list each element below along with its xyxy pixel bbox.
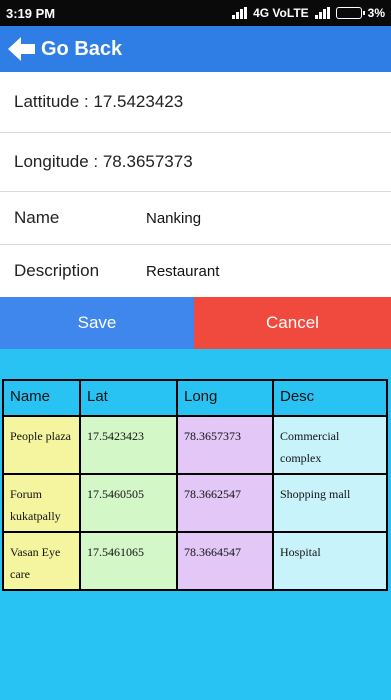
description-row: Description Restaurant [0, 245, 391, 297]
cell-name: People plaza [2, 415, 81, 475]
longitude-text: Longitude : 78.3657373 [14, 152, 193, 171]
battery-icon [335, 7, 365, 19]
cell-long: 78.3664547 [176, 531, 274, 591]
description-input[interactable]: Restaurant [146, 263, 219, 280]
cell-lat: 17.5423423 [79, 415, 178, 475]
header-long: Long [176, 379, 274, 417]
latitude-text: Lattitude : 17.5423423 [14, 92, 184, 111]
cancel-button[interactable]: Cancel [194, 297, 391, 349]
table-row[interactable]: Vasan Eye care 17.5461065 78.3664547 Hos… [2, 531, 388, 591]
cell-long: 78.3662547 [176, 473, 274, 533]
status-icons: 4G VoLTE 3% [232, 6, 385, 20]
cell-desc: Commercial complex [272, 415, 388, 475]
battery-label: 3% [367, 6, 385, 20]
cell-long: 78.3657373 [176, 415, 274, 475]
name-label: Name [14, 208, 60, 227]
name-input[interactable]: Nanking [146, 210, 201, 227]
cell-desc: Shopping mall [272, 473, 388, 533]
description-label: Description [14, 261, 100, 280]
table-row[interactable]: People plaza 17.5423423 78.3657373 Comme… [2, 415, 388, 475]
name-row: Name Nanking [0, 192, 391, 245]
cell-lat: 17.5460505 [79, 473, 178, 533]
header-name: Name [2, 379, 81, 417]
table-row[interactable]: Forum kukatpally 17.5460505 78.3662547 S… [2, 473, 388, 533]
longitude-row: Longitude : 78.3657373 [0, 133, 391, 192]
go-back-label: Go Back [41, 37, 123, 60]
cell-desc: Hospital [272, 531, 388, 591]
status-bar: 3:19 PM 4G VoLTE 3% [0, 0, 391, 26]
signal-icon-2 [314, 7, 330, 19]
cell-lat: 17.5461065 [79, 531, 178, 591]
cell-name: Forum kukatpally [2, 473, 81, 533]
signal-icon [232, 7, 248, 19]
header-lat: Lat [79, 379, 178, 417]
action-bar: Save Cancel [0, 297, 391, 349]
save-button[interactable]: Save [0, 297, 194, 349]
back-arrow-icon [8, 37, 35, 61]
cell-name: Vasan Eye care [2, 531, 81, 591]
go-back-button[interactable]: Go Back [0, 26, 391, 72]
header-desc: Desc [272, 379, 388, 417]
places-table: Name Lat Long Desc People plaza 17.54234… [2, 379, 388, 591]
network-label: 4G VoLTE [253, 6, 309, 20]
status-time: 3:19 PM [6, 5, 56, 21]
latitude-row: Lattitude : 17.5423423 [0, 72, 391, 133]
table-header-row: Name Lat Long Desc [2, 379, 388, 417]
